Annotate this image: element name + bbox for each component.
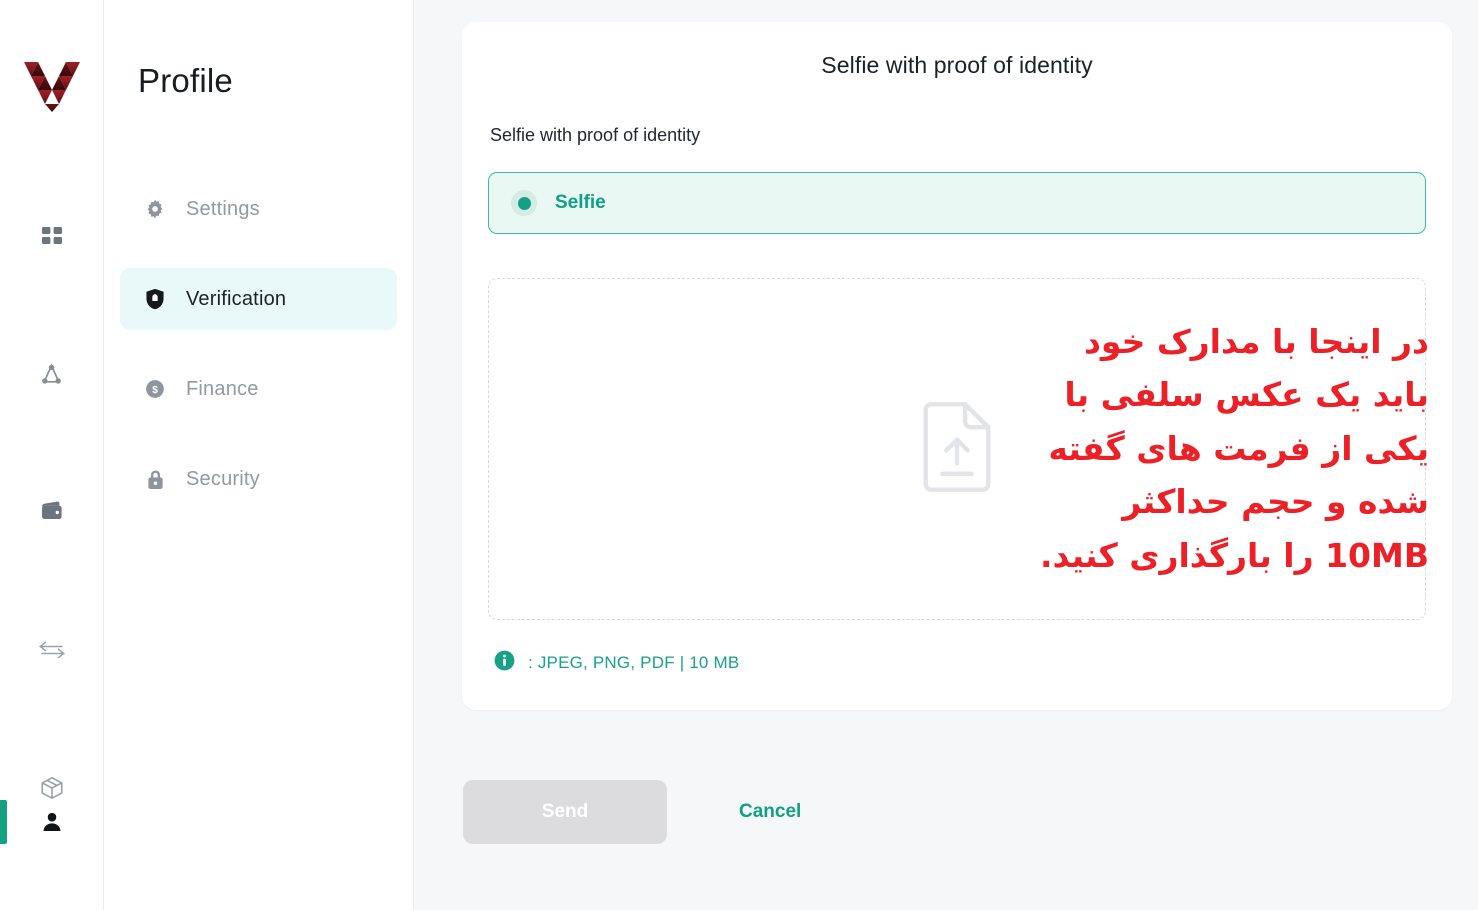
file-format-hint: : JPEG, PNG, PDF | 10 MB xyxy=(494,650,1426,676)
sidebar-item-finance[interactable]: $ Finance xyxy=(120,358,397,420)
sidebar-item-security[interactable]: Security xyxy=(120,448,397,510)
sidebar-menu: Settings Verification $ Finance Security xyxy=(104,178,413,510)
grid-dashboard-icon xyxy=(41,227,62,244)
rail-item-exchange[interactable] xyxy=(0,616,103,684)
info-icon xyxy=(494,650,515,676)
sidebar-item-label: Verification xyxy=(186,287,287,310)
persian-annotation-overlay: در اینجا با مدارک خود باید یک عکس سلفی ب… xyxy=(1039,322,1429,575)
sidebar-item-settings[interactable]: Settings xyxy=(120,178,397,240)
app-root: Profile Settings Verification $ Finance … xyxy=(0,0,1478,910)
main-content: Selfie with proof of identity Selfie wit… xyxy=(414,0,1478,910)
profile-sidebar: Profile Settings Verification $ Finance … xyxy=(104,0,414,910)
sidebar-item-label: Settings xyxy=(186,197,260,220)
radio-dot xyxy=(517,196,531,210)
lock-icon xyxy=(144,469,166,490)
rail-item-profile[interactable] xyxy=(0,790,103,854)
user-profile-icon xyxy=(43,812,60,831)
dollar-circle-icon: $ xyxy=(144,379,166,399)
send-button[interactable]: Send xyxy=(463,780,667,844)
rail-item-list xyxy=(0,202,103,822)
rail-item-dashboard[interactable] xyxy=(0,202,103,270)
selfie-radio-option[interactable]: Selfie xyxy=(488,172,1426,234)
page-title: Profile xyxy=(138,62,233,99)
svg-text:$: $ xyxy=(152,385,158,396)
gear-icon xyxy=(144,199,166,219)
cancel-button[interactable]: Cancel xyxy=(739,801,801,823)
file-dropzone[interactable]: در اینجا با مدارک خود باید یک عکس سلفی ب… xyxy=(488,278,1429,620)
vex-logo-icon xyxy=(23,62,80,112)
sidebar-item-verification[interactable]: Verification xyxy=(120,268,397,330)
option-label: Selfie xyxy=(555,192,606,213)
card-title: Selfie with proof of identity xyxy=(821,52,1093,78)
vex-logo[interactable] xyxy=(23,58,80,114)
rail-item-wallet[interactable] xyxy=(0,478,103,546)
file-upload-icon xyxy=(918,401,996,498)
sidebar-item-label: Finance xyxy=(186,377,259,400)
exchange-arrows-icon xyxy=(38,641,65,659)
sidebar-item-label: Security xyxy=(186,467,260,490)
form-actions: Send Cancel xyxy=(462,780,1452,844)
wallet-icon xyxy=(41,501,62,519)
rail-item-network[interactable] xyxy=(0,340,103,408)
network-nodes-icon xyxy=(42,363,61,384)
icon-rail xyxy=(0,0,104,910)
file-format-hint-text: : JPEG, PNG, PDF | 10 MB xyxy=(528,653,740,672)
field-label: Selfie with proof of identity xyxy=(490,125,701,145)
radio-selected-icon xyxy=(511,190,537,216)
shield-icon xyxy=(144,288,166,310)
verification-card: Selfie with proof of identity Selfie wit… xyxy=(462,22,1452,710)
